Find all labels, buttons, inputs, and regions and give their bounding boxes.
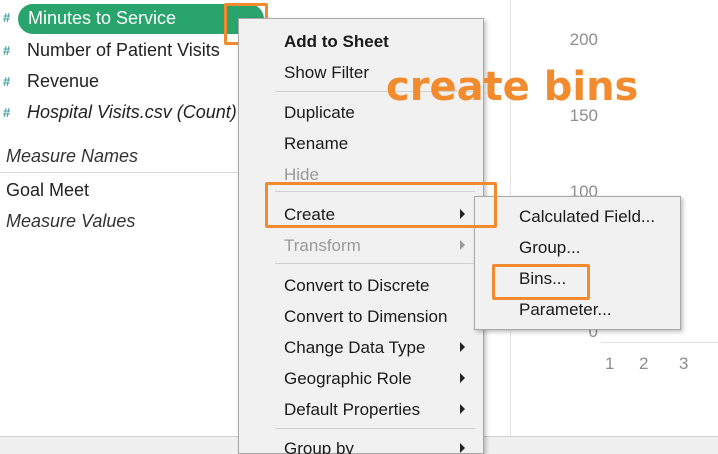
menu-item-group[interactable]: Group... [475, 234, 680, 262]
measure-names-field[interactable]: Measure Names [6, 146, 138, 167]
menu-item-group-by[interactable]: Group by [239, 435, 483, 454]
data-pane: Minutes to Service # # Number of Patient… [0, 0, 264, 454]
menu-item-parameter[interactable]: Parameter... [475, 296, 680, 324]
chevron-right-icon [460, 443, 465, 453]
x-tick-label: 2 [639, 354, 649, 373]
menu-item-default-properties[interactable]: Default Properties [239, 396, 483, 424]
menu-separator [275, 263, 475, 264]
menu-item-label: Group by [284, 439, 354, 454]
annotation-text: create bins [386, 64, 639, 110]
menu-item-label: Duplicate [284, 103, 355, 122]
x-tick-label: 1 [605, 354, 615, 373]
menu-item-label: Show Filter [284, 63, 370, 82]
field-label: Hospital Visits.csv (Count) [27, 101, 237, 122]
x-tick-label: 3 [679, 354, 689, 373]
measure-icon: # [3, 42, 11, 58]
chevron-right-icon [460, 404, 465, 414]
menu-item-convert-to-dimension[interactable]: Convert to Dimension [239, 303, 483, 331]
menu-item-geographic-role[interactable]: Geographic Role [239, 365, 483, 393]
menu-item-transform: Transform [239, 232, 483, 260]
field-label: Revenue [27, 70, 100, 91]
y-tick-label: 200 [569, 30, 598, 49]
field-measure-values[interactable]: Measure Values [6, 211, 135, 232]
menu-item-rename[interactable]: Rename [239, 130, 483, 158]
divider [0, 172, 238, 173]
menu-item-label: Add to Sheet [284, 32, 389, 51]
field-revenue[interactable]: # Revenue [0, 66, 250, 96]
measure-icon: # [3, 10, 11, 25]
field-hospital-visits-count[interactable]: # Hospital Visits.csv (Count) [0, 97, 250, 127]
menu-item-calculated-field[interactable]: Calculated Field... [475, 203, 680, 231]
menu-item-label: Parameter... [519, 300, 612, 319]
chevron-right-icon [460, 240, 465, 250]
create-highlight [265, 182, 497, 228]
bins-highlight [492, 264, 590, 300]
menu-item-label: Convert to Discrete [284, 276, 430, 295]
field-label: Number of Patient Visits [27, 39, 220, 60]
menu-item-label: Geographic Role [284, 369, 412, 388]
menu-item-label: Calculated Field... [519, 207, 656, 226]
create-submenu: Calculated Field... Group... Bins... Par… [474, 196, 681, 330]
field-number-of-patient-visits[interactable]: # Number of Patient Visits [0, 35, 250, 65]
menu-item-label: Transform [284, 236, 361, 255]
field-goal-meet[interactable]: Goal Meet [6, 180, 89, 201]
menu-separator [275, 428, 475, 429]
field-label: Minutes to Service [28, 8, 177, 28]
chevron-right-icon [460, 373, 465, 383]
measure-icon: # [3, 73, 11, 89]
measure-icon: # [3, 104, 11, 120]
menu-item-label: Default Properties [284, 400, 421, 419]
x-axis-line [601, 342, 718, 343]
menu-item-label: Group... [519, 238, 581, 257]
menu-item-label: Rename [284, 134, 349, 153]
menu-item-add-to-sheet[interactable]: Add to Sheet [239, 28, 483, 56]
menu-item-convert-to-discrete[interactable]: Convert to Discrete [239, 272, 483, 300]
menu-item-label: Convert to Dimension [284, 307, 448, 326]
chevron-right-icon [460, 342, 465, 352]
menu-item-label: Change Data Type [284, 338, 426, 357]
menu-item-change-data-type[interactable]: Change Data Type [239, 334, 483, 362]
